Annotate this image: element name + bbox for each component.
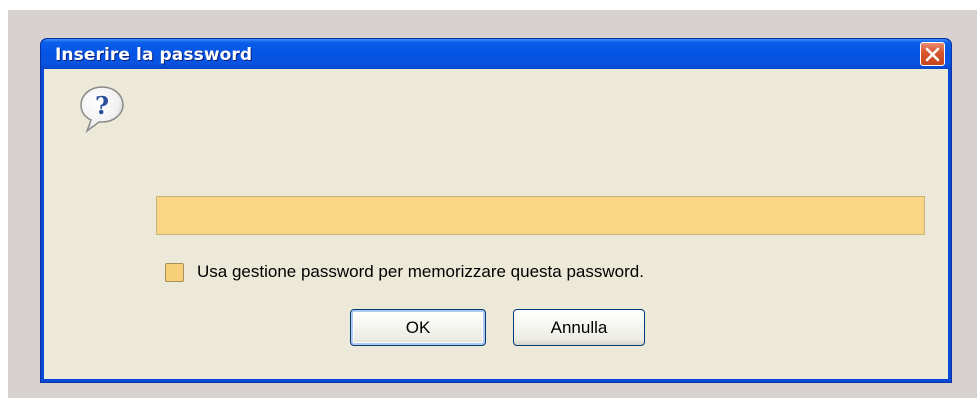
remember-password-label[interactable]: Usa gestione password per memorizzare qu… <box>197 262 644 282</box>
close-button[interactable] <box>920 42 945 66</box>
title-bar[interactable]: Inserire la password <box>41 39 951 69</box>
cancel-button[interactable]: Annulla <box>513 309 645 346</box>
remember-password-checkbox[interactable] <box>165 263 184 282</box>
dialog-body: ? Usa gestione password per memorizzare … <box>44 69 948 379</box>
ok-button[interactable]: OK <box>350 309 486 346</box>
dialog-title: Inserire la password <box>55 45 253 65</box>
close-icon <box>925 47 940 61</box>
password-dialog: Inserire la password ? Usa gestione pass… <box>40 38 952 383</box>
question-icon: ? <box>80 86 124 134</box>
password-input[interactable] <box>156 196 925 235</box>
svg-text:?: ? <box>95 91 109 120</box>
